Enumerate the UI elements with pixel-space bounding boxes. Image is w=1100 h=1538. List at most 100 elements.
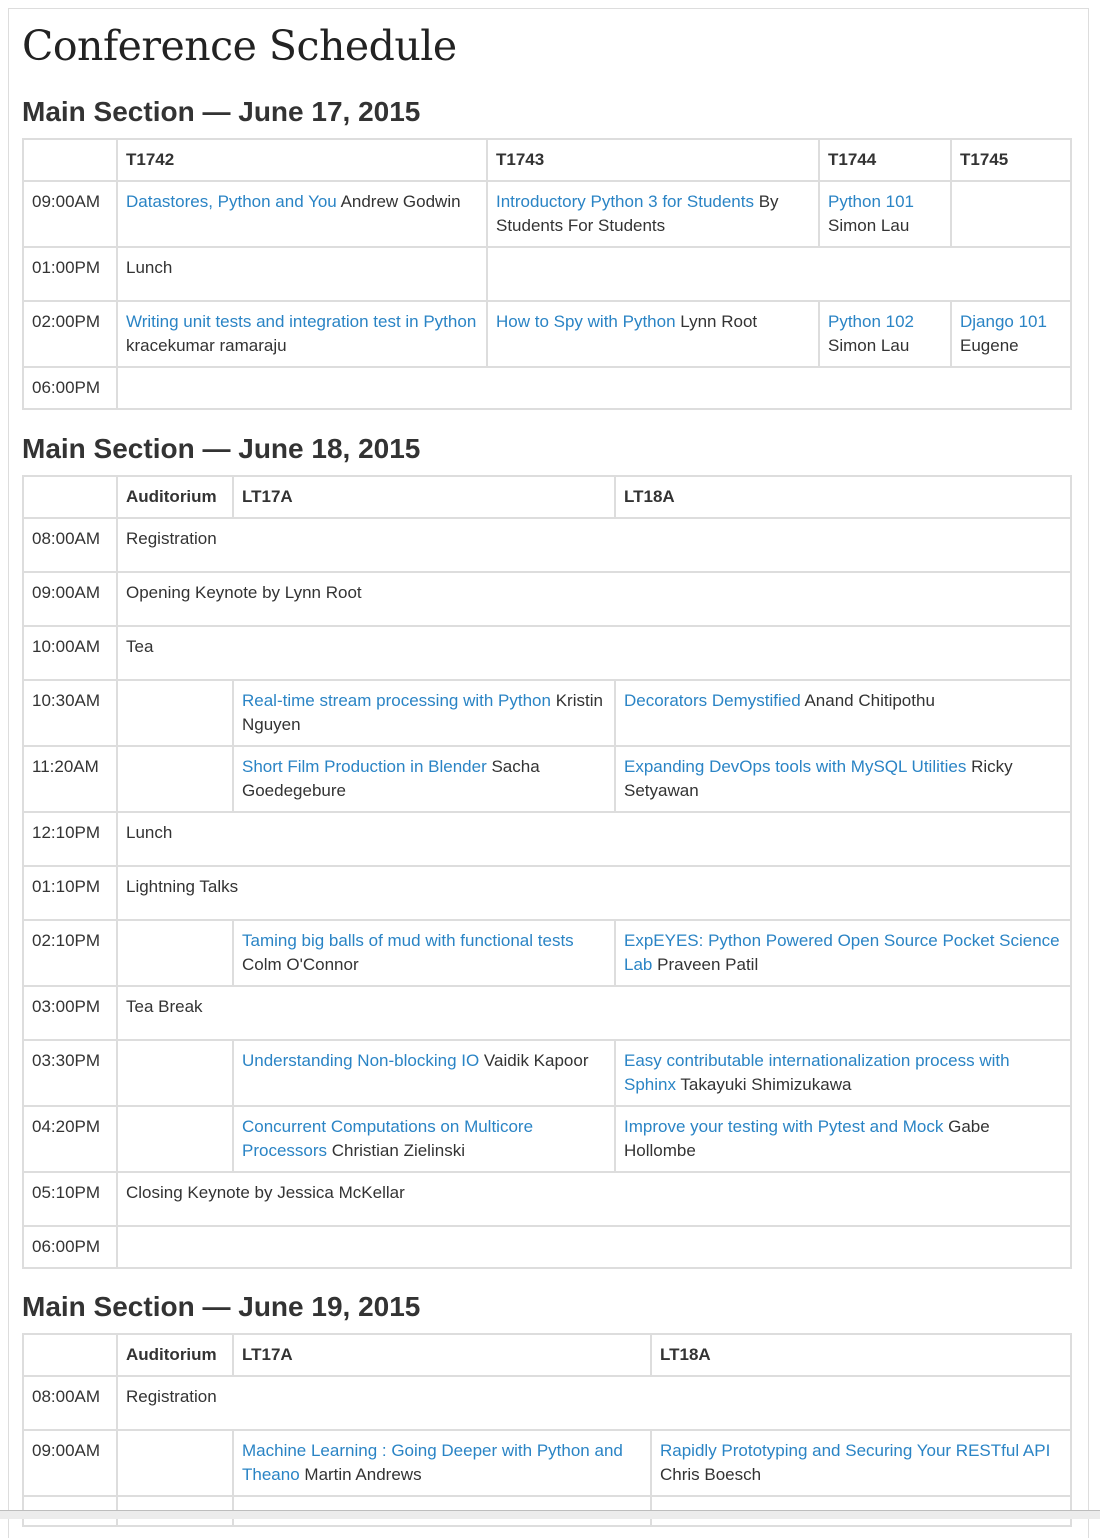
table-row: 03:30PM Understanding Non-blocking IO Va… xyxy=(22,1039,1072,1107)
time-cell: 03:00PM xyxy=(22,985,118,1041)
day-heading-june-17: Main Section — June 17, 2015 xyxy=(22,96,421,127)
event-cell: Tea xyxy=(116,625,1072,681)
time-cell: 08:00AM xyxy=(22,1375,118,1431)
time-cell: 02:00PM xyxy=(22,300,118,368)
talk-link[interactable]: Expanding DevOps tools with MySQL Utilit… xyxy=(624,757,966,776)
time-cell: 09:00AM xyxy=(22,1429,118,1497)
table-row: 05:10PM Closing Keynote by Jessica McKel… xyxy=(22,1171,1072,1227)
talk-link[interactable]: Rapidly Prototyping and Securing Your RE… xyxy=(660,1441,1050,1460)
talk-link[interactable]: Taming big balls of mud with functional … xyxy=(242,931,574,950)
empty-cell xyxy=(116,1225,1072,1269)
event-cell: Lunch xyxy=(116,246,488,302)
time-cell: 05:10PM xyxy=(22,1171,118,1227)
talk-link[interactable]: Machine Learning : Going Deeper with Pyt… xyxy=(242,1441,623,1484)
table-row: 06:00PM xyxy=(22,366,1072,410)
room-header: Auditorium xyxy=(116,1333,234,1377)
speaker-name: Martin Andrews xyxy=(304,1465,422,1484)
table-row: 10:30AM Real-time stream processing with… xyxy=(22,679,1072,747)
table-row: 03:00PM Tea Break xyxy=(22,985,1072,1041)
time-cell: 12:10PM xyxy=(22,811,118,867)
session-cell: Taming big balls of mud with functional … xyxy=(232,919,616,987)
table-row: 09:00AM Machine Learning : Going Deeper … xyxy=(22,1429,1072,1497)
time-cell: 06:00PM xyxy=(22,1225,118,1269)
talk-link[interactable]: Datastores, Python and You xyxy=(126,192,337,211)
speaker-name: Anand Chitipothu xyxy=(804,691,935,710)
time-cell: 11:20AM xyxy=(22,745,118,813)
room-header: LT18A xyxy=(650,1333,1072,1377)
schedule-table-june-19: Auditorium LT17A LT18A 08:00AM Registrat… xyxy=(22,1333,1072,1527)
talk-link[interactable]: Writing unit tests and integration test … xyxy=(126,312,476,331)
session-cell: Improve your testing with Pytest and Moc… xyxy=(614,1105,1072,1173)
event-cell: Opening Keynote by Lynn Root xyxy=(116,571,1072,627)
speaker-name: Eugene xyxy=(960,336,1019,355)
time-cell: 03:30PM xyxy=(22,1039,118,1107)
speaker-name: Lynn Root xyxy=(680,312,758,331)
talk-link[interactable]: Decorators Demystified xyxy=(624,691,801,710)
room-header: Auditorium xyxy=(116,475,234,519)
room-header: LT17A xyxy=(232,475,616,519)
talk-link[interactable]: Django 101 xyxy=(960,312,1047,331)
table-row: 06:00PM xyxy=(22,1225,1072,1269)
session-cell: Short Film Production in Blender Sacha G… xyxy=(232,745,616,813)
session-cell: Writing unit tests and integration test … xyxy=(116,300,488,368)
session-cell: Easy contributable internationalization … xyxy=(614,1039,1072,1107)
empty-cell xyxy=(116,1039,234,1107)
speaker-name: Vaidik Kapoor xyxy=(483,1051,589,1070)
table-header-row: T1742 T1743 T1744 T1745 xyxy=(22,138,1072,182)
empty-cell xyxy=(116,745,234,813)
time-header xyxy=(22,475,118,519)
session-cell: Expanding DevOps tools with MySQL Utilit… xyxy=(614,745,1072,813)
talk-link[interactable]: Python 102 xyxy=(828,312,914,331)
session-cell: ExpEYES: Python Powered Open Source Pock… xyxy=(614,919,1072,987)
event-cell: Lightning Talks xyxy=(116,865,1072,921)
talk-link[interactable]: Understanding Non-blocking IO xyxy=(242,1051,479,1070)
talk-link[interactable]: Python 101 xyxy=(828,192,914,211)
time-header xyxy=(22,138,118,182)
day-heading-june-19: Main Section — June 19, 2015 xyxy=(22,1291,421,1322)
talk-link[interactable]: Introductory Python 3 for Students xyxy=(496,192,754,211)
event-cell: Lunch xyxy=(116,811,1072,867)
time-cell: 04:20PM xyxy=(22,1105,118,1173)
time-cell: 01:10PM xyxy=(22,865,118,921)
table-row: 04:20PM Concurrent Computations on Multi… xyxy=(22,1105,1072,1173)
table-row: 01:00PM Lunch xyxy=(22,246,1072,302)
session-cell: Machine Learning : Going Deeper with Pyt… xyxy=(232,1429,652,1497)
room-header: LT18A xyxy=(614,475,1072,519)
session-cell: Concurrent Computations on Multicore Pro… xyxy=(232,1105,616,1173)
empty-cell xyxy=(116,1429,234,1497)
empty-cell xyxy=(116,679,234,747)
empty-cell xyxy=(486,246,1072,302)
session-cell: Understanding Non-blocking IO Vaidik Kap… xyxy=(232,1039,616,1107)
schedule-table-june-18: Auditorium LT17A LT18A 08:00AM Registrat… xyxy=(22,475,1072,1269)
talk-link[interactable]: How to Spy with Python xyxy=(496,312,676,331)
empty-cell xyxy=(116,366,1072,410)
event-cell: Registration xyxy=(116,1375,1072,1431)
talk-link[interactable]: Real-time stream processing with Python xyxy=(242,691,551,710)
time-cell: 01:00PM xyxy=(22,246,118,302)
speaker-name: Simon Lau xyxy=(828,336,910,355)
time-header xyxy=(22,1333,118,1377)
speaker-name: Takayuki Shimizukawa xyxy=(680,1075,852,1094)
talk-link[interactable]: Short Film Production in Blender xyxy=(242,757,487,776)
empty-cell xyxy=(950,180,1072,248)
session-cell: Decorators Demystified Anand Chitipothu xyxy=(614,679,1072,747)
room-header: T1744 xyxy=(818,138,952,182)
session-cell: Real-time stream processing with Python … xyxy=(232,679,616,747)
session-cell: Rapidly Prototyping and Securing Your RE… xyxy=(650,1429,1072,1497)
session-cell: Django 101 Eugene xyxy=(950,300,1072,368)
speaker-name: Andrew Godwin xyxy=(340,192,461,211)
talk-link[interactable]: Improve your testing with Pytest and Moc… xyxy=(624,1117,943,1136)
room-header: T1742 xyxy=(116,138,488,182)
table-row: 12:10PM Lunch xyxy=(22,811,1072,867)
time-cell: 06:00PM xyxy=(22,366,118,410)
table-row: 08:00AM Registration xyxy=(22,1375,1072,1431)
speaker-name: Christian Zielinski xyxy=(331,1141,465,1160)
table-row: 02:00PM Writing unit tests and integrati… xyxy=(22,300,1072,368)
table-row: 10:00AM Tea xyxy=(22,625,1072,681)
room-header: T1745 xyxy=(950,138,1072,182)
schedule-table-june-17: T1742 T1743 T1744 T1745 09:00AM Datastor… xyxy=(22,138,1072,410)
event-cell: Tea Break xyxy=(116,985,1072,1041)
table-row: 09:00AM Opening Keynote by Lynn Root xyxy=(22,571,1072,627)
time-cell: 10:30AM xyxy=(22,679,118,747)
time-cell: 08:00AM xyxy=(22,517,118,573)
